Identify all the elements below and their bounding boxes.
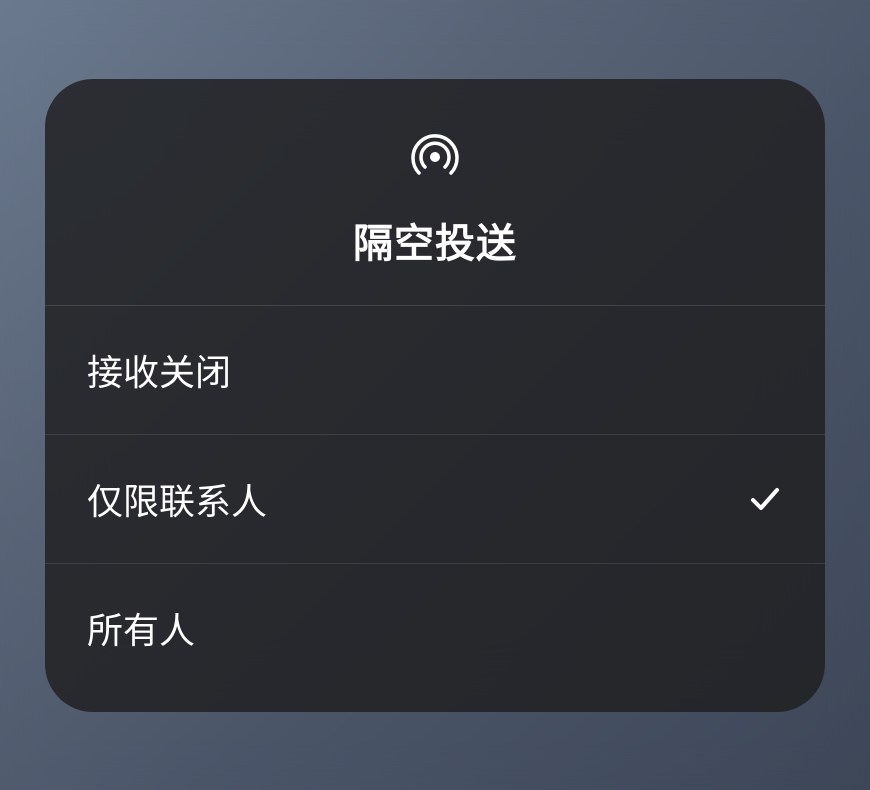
airdrop-icon — [407, 127, 463, 183]
option-contacts-only[interactable]: 仅限联系人 — [45, 435, 825, 564]
airdrop-settings-panel: 隔空投送 接收关闭 仅限联系人 所有人 — [45, 79, 825, 712]
option-label: 仅限联系人 — [87, 473, 267, 525]
option-receiving-off[interactable]: 接收关闭 — [45, 306, 825, 435]
option-label: 接收关闭 — [87, 344, 231, 396]
checkmark-icon — [747, 481, 783, 517]
option-label: 所有人 — [87, 602, 195, 654]
panel-header: 隔空投送 — [45, 79, 825, 306]
option-everyone[interactable]: 所有人 — [45, 564, 825, 712]
options-list: 接收关闭 仅限联系人 所有人 — [45, 306, 825, 712]
panel-title: 隔空投送 — [353, 211, 517, 269]
